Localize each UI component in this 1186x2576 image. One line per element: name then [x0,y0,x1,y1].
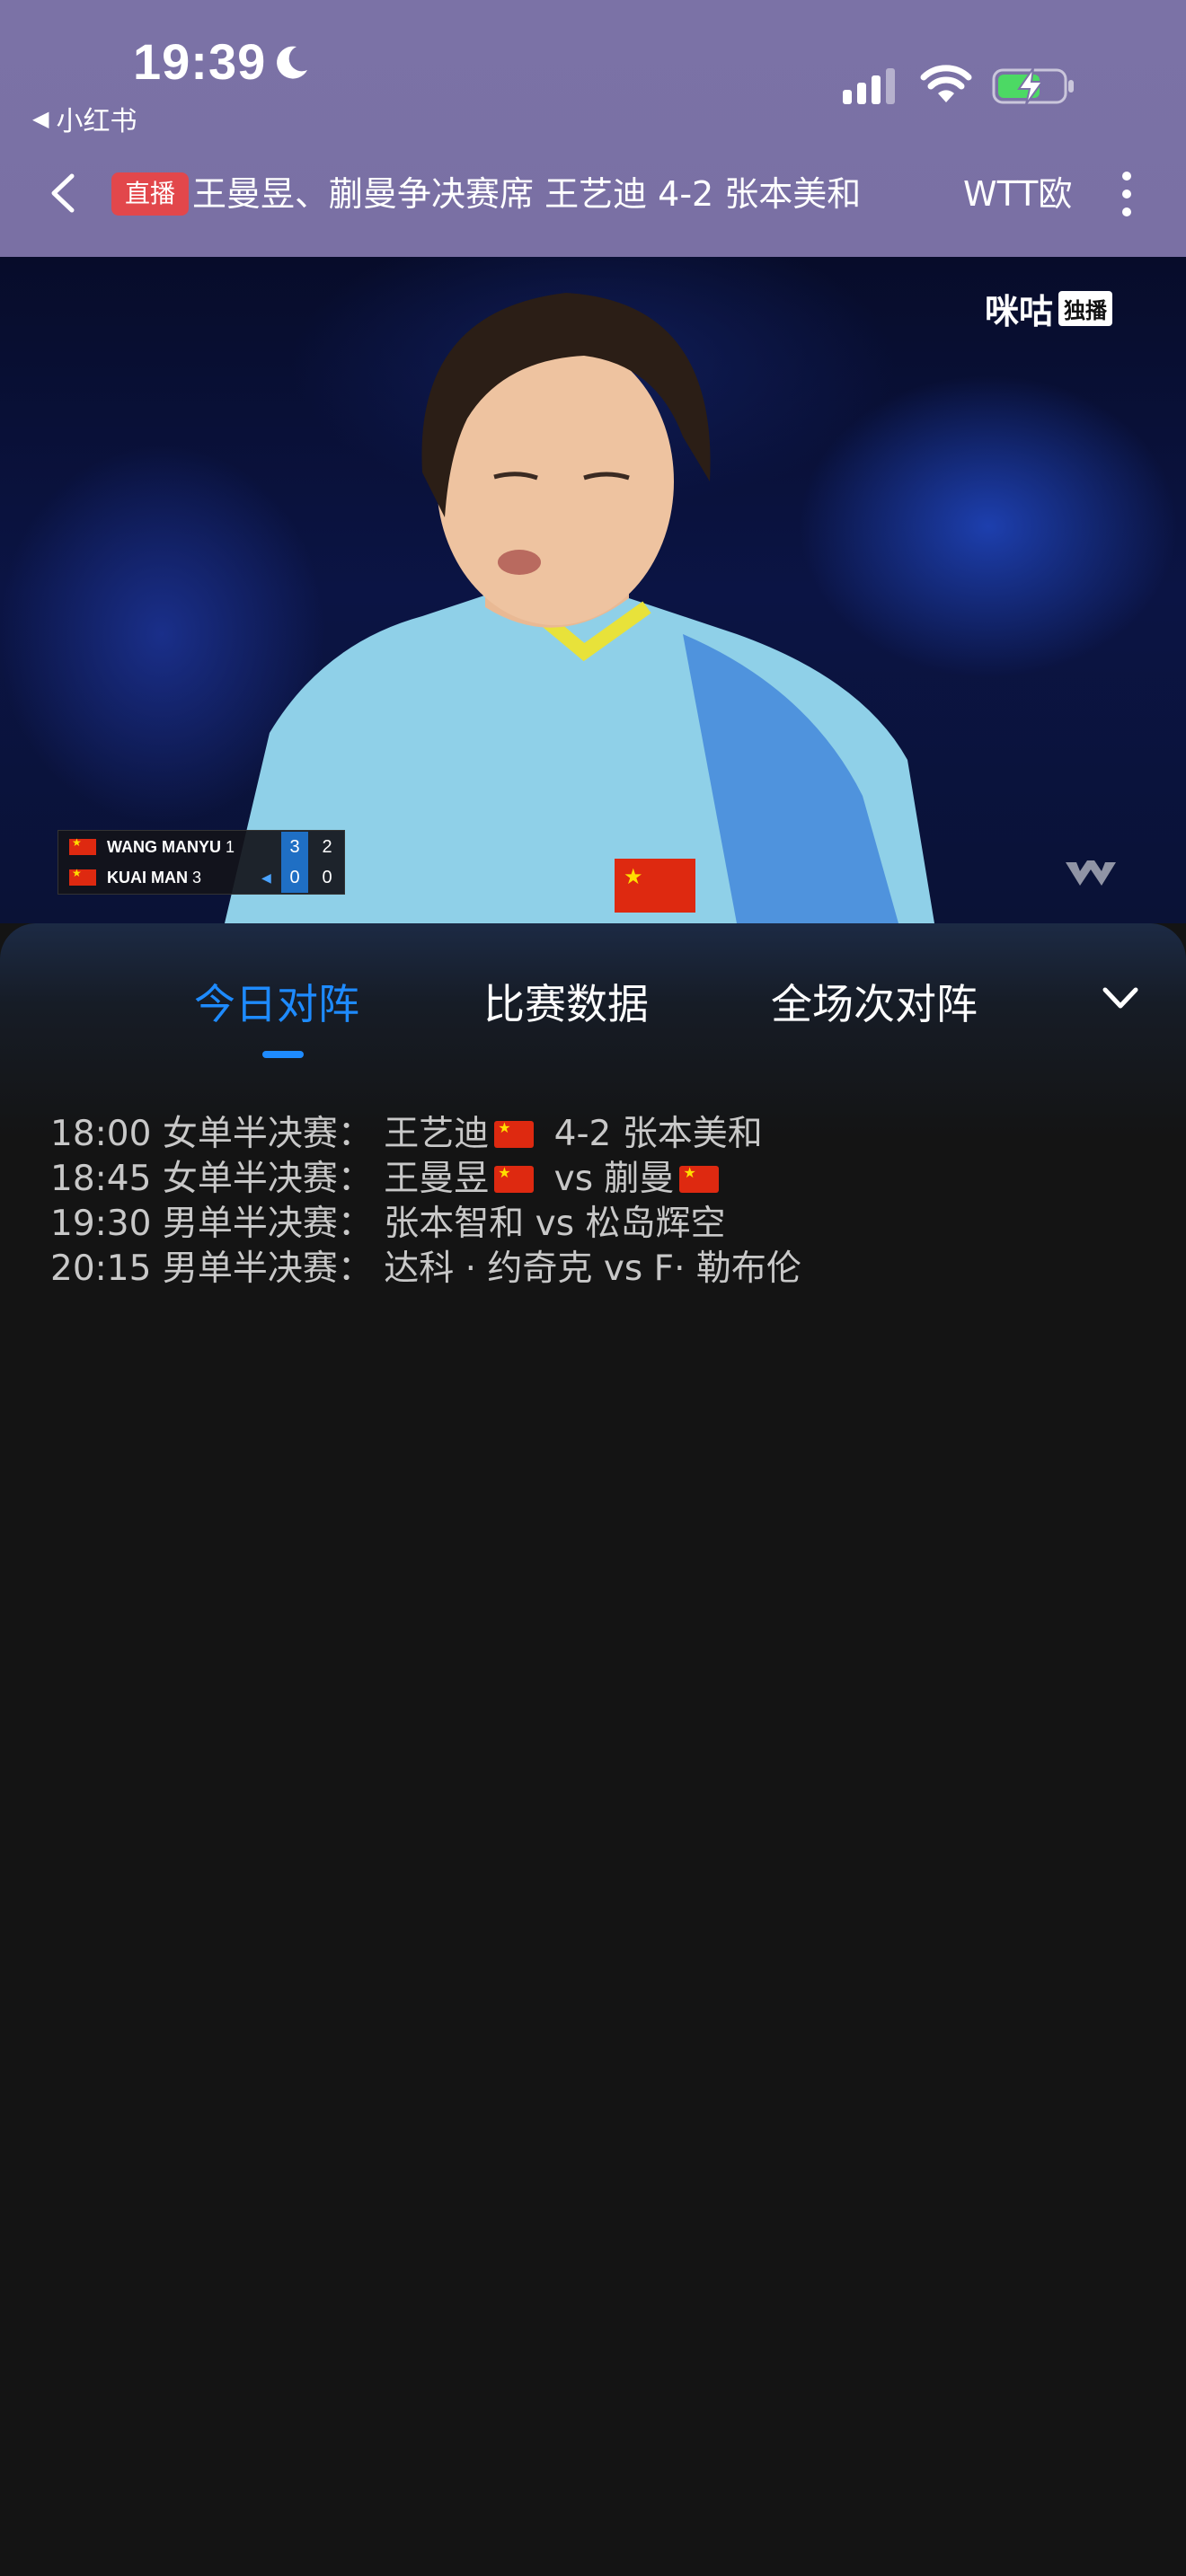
chevron-down-icon[interactable] [1100,983,1141,1015]
points-score: 0 [322,868,332,887]
stream-title-next[interactable]: WTT欧 [963,171,1080,217]
back-arrow-icon[interactable] [43,171,83,216]
tab-match-stats[interactable]: 比赛数据 [483,972,649,1031]
player-image: ★ [225,293,934,923]
wtt-logo-icon [1066,860,1116,886]
svg-text:★: ★ [624,864,643,889]
china-flag-icon [69,836,96,855]
games-score: 3 [281,832,308,862]
points-score: 2 [322,837,332,857]
stream-title[interactable]: 王曼昱、蒯曼争决赛席 王艺迪 4-2 张本美和 [192,171,861,217]
cellular-signal-icon [843,68,895,104]
serve-indicator-icon: ◀ [261,869,271,885]
scoreboard: WANG MANYU 1 3 2 KUAI MAN 3 ◀ 0 0 [58,830,345,895]
back-to-app-link[interactable]: ◀ 小红书 [32,99,137,138]
more-options-icon[interactable] [1114,167,1139,221]
games-score: 0 [281,862,308,893]
china-flag-icon [494,1119,535,1148]
status-time: 19:39 [133,33,267,90]
top-bar: 19:39 ◀ 小红书 直播 王曼昱、蒯曼争决赛席 王艺迪 4-2 张本美和 W… [0,0,1186,257]
exclusive-badge: 独播 [1058,291,1113,326]
active-tab-indicator [262,1051,304,1058]
scoreboard-row: WANG MANYU 1 3 2 [58,832,344,862]
live-badge: 直播 [111,172,189,216]
video-player[interactable]: ★ 咪咕 独播 WANG MANYU 1 3 2 KUAI MAN 3 ◀ 0 … [0,257,1186,923]
list-item: 18:00 女单半决赛： 王艺迪 4-2 张本美和 [50,1112,801,1157]
battery-charging-icon [992,67,1074,105]
scoreboard-row: KUAI MAN 3 ◀ 0 0 [58,862,344,893]
back-triangle-icon: ◀ [32,106,49,131]
moon-icon [277,46,307,79]
list-item: 18:45 女单半决赛： 王曼昱 vs 蒯曼 [50,1157,801,1202]
schedule-list: 18:00 女单半决赛： 王艺迪 4-2 张本美和 18:45 女单半决赛： 王… [50,1112,801,1292]
china-flag-icon [494,1164,535,1193]
tab-all-matches[interactable]: 全场次对阵 [771,972,978,1031]
tab-today-matches[interactable]: 今日对阵 [194,972,359,1031]
list-item: 20:15 男单半决赛： 达科 · 约奇克 vs F· 勒布伦 [50,1248,801,1289]
back-app-label: 小红书 [56,106,137,137]
broadcaster-watermark: 咪咕 独播 [985,284,1113,333]
china-flag-icon [679,1164,720,1193]
wifi-icon [920,65,972,102]
list-item: 19:30 男单半决赛： 张本智和 vs 松岛辉空 [50,1204,726,1244]
china-flag-icon [69,867,96,886]
